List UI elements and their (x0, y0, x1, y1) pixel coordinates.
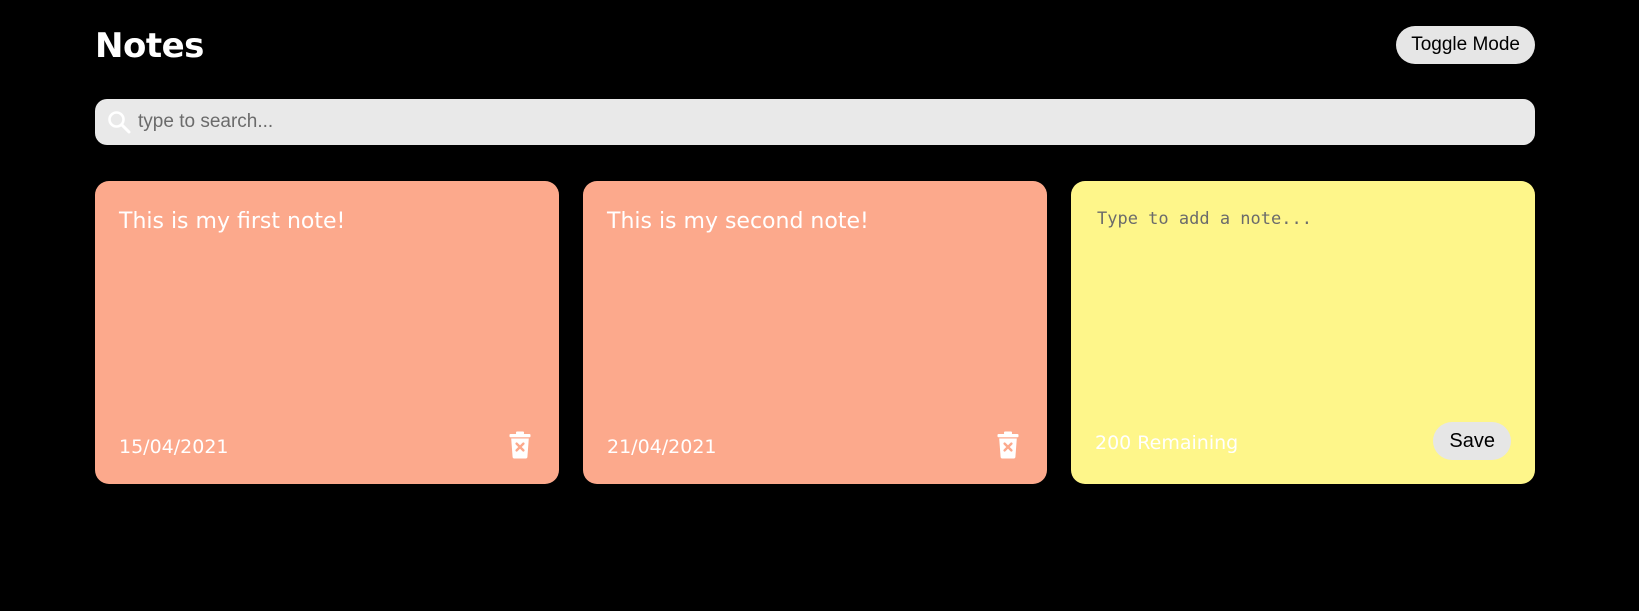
search-icon (106, 109, 132, 135)
delete-icon[interactable] (509, 431, 531, 459)
toggle-mode-button[interactable]: Toggle Mode (1396, 26, 1535, 64)
page-title: Notes (95, 26, 204, 66)
search-bar (95, 99, 1535, 145)
new-note-input[interactable] (1095, 207, 1515, 401)
new-note-card: 200 Remaining Save (1071, 181, 1535, 484)
note-date: 21/04/2021 (607, 436, 717, 458)
note-card: This is my first note! 15/04/2021 (95, 181, 559, 484)
header: Notes Toggle Mode (95, 0, 1535, 95)
save-button[interactable]: Save (1433, 422, 1511, 460)
delete-icon[interactable] (997, 431, 1019, 459)
notes-list: This is my first note! 15/04/2021 This i… (95, 181, 1535, 484)
search-input[interactable] (136, 110, 1520, 134)
note-date: 15/04/2021 (119, 436, 229, 458)
remaining-count: 200 Remaining (1095, 432, 1239, 454)
app-container: Notes Toggle Mode This is my first note!… (95, 0, 1535, 484)
note-card: This is my second note! 21/04/2021 (583, 181, 1047, 484)
note-text: This is my first note! (119, 209, 346, 234)
note-text: This is my second note! (607, 209, 869, 234)
